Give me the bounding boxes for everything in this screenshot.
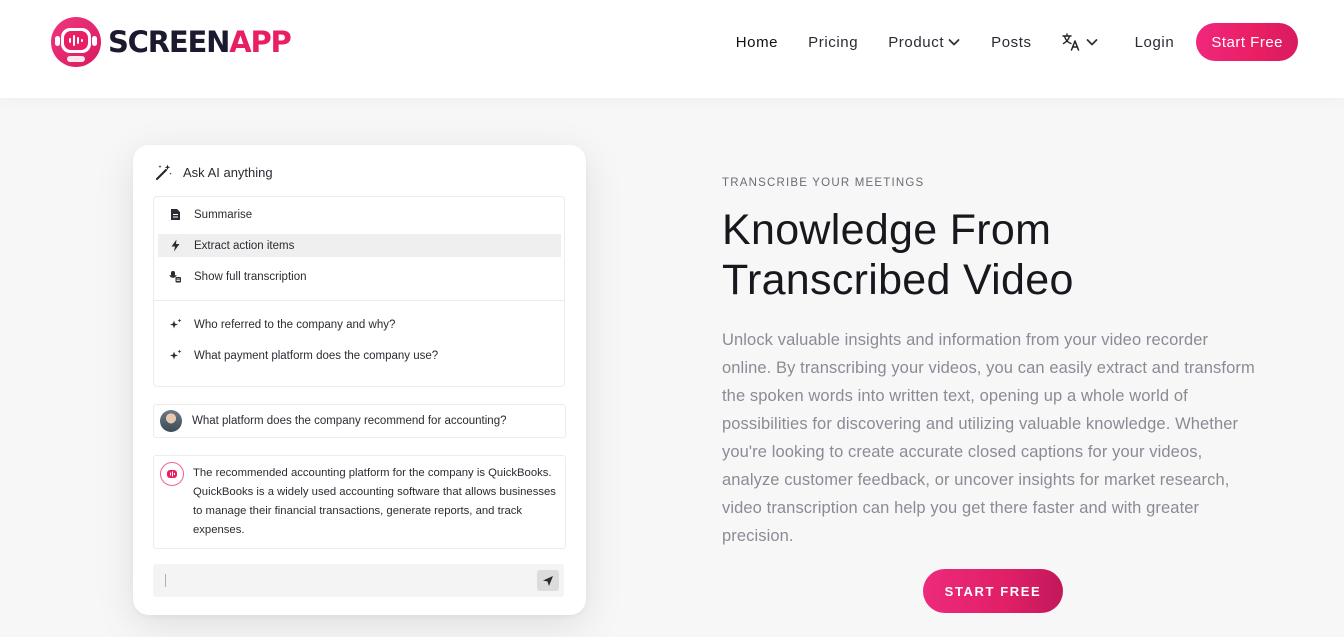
site-header: SCREENAPP Home Pricing Product Posts Log…	[0, 0, 1344, 98]
main-nav: Home Pricing Product Posts Login Start F…	[736, 23, 1298, 61]
chat-input[interactable]	[153, 564, 564, 597]
nav-posts-link[interactable]: Posts	[991, 34, 1032, 51]
user-question-message: What platform does the company recommend…	[153, 404, 566, 438]
nav-product-dropdown[interactable]: Product	[888, 34, 961, 51]
nav-product-label: Product	[888, 33, 945, 51]
chevron-down-icon	[1086, 39, 1098, 46]
menu-item-extract-action-items[interactable]: Extract action items	[158, 234, 561, 257]
suggestion-label: What payment platform does the company u…	[194, 349, 439, 362]
ai-answer-text: The recommended accounting platform for …	[193, 467, 556, 536]
menu-item-label: Extract action items	[194, 239, 295, 252]
robot-icon	[167, 470, 177, 478]
user-avatar	[160, 410, 182, 432]
menu-item-label: Summarise	[194, 208, 253, 221]
logo-wordmark: SCREENAPP	[108, 16, 292, 68]
suggestion-item[interactable]: What payment platform does the company u…	[158, 344, 561, 367]
ai-avatar-icon	[160, 462, 184, 486]
logo[interactable]: SCREENAPP	[50, 16, 292, 68]
hero-title: Knowledge From Transcribed Video	[722, 205, 1282, 305]
ai-action-menu: Summarise Extract action items Show full…	[153, 196, 565, 387]
language-selector[interactable]	[1061, 33, 1099, 51]
sparkle-icon	[170, 318, 182, 329]
hero-description: Unlock valuable insights and information…	[722, 331, 1255, 545]
section-eyebrow: TRANSCRIBE YOUR MEETINGS	[722, 177, 925, 189]
sparkle-icon	[170, 349, 182, 360]
logo-text-app: APP	[229, 25, 292, 59]
lightning-icon	[171, 239, 180, 252]
start-free-button[interactable]: Start Free	[1196, 23, 1298, 61]
ai-answer-message: The recommended accounting platform for …	[153, 455, 566, 549]
hero-title-line-1: Knowledge From	[722, 206, 1052, 254]
menu-item-show-full-transcription[interactable]: Show full transcription	[158, 265, 561, 288]
menu-item-label: Show full transcription	[194, 270, 307, 283]
suggestion-label: Who referred to the company and why?	[194, 318, 396, 331]
translate-icon	[1061, 33, 1079, 51]
user-question-text: What platform does the company recommend…	[192, 415, 507, 427]
document-icon	[171, 209, 180, 220]
hero-title-line-2: Transcribed Video	[722, 256, 1074, 304]
ask-ai-label: Ask AI anything	[183, 164, 273, 180]
start-free-cta-button[interactable]: START FREE	[923, 569, 1063, 613]
login-link[interactable]: Login	[1135, 34, 1175, 51]
menu-item-summarise[interactable]: Summarise	[158, 203, 561, 226]
send-icon	[543, 575, 553, 586]
ai-chat-card: Ask AI anything Summarise Extract action…	[133, 145, 586, 615]
screenapp-logo-icon	[51, 17, 101, 67]
nav-pricing-link[interactable]: Pricing	[808, 34, 858, 51]
nav-home-link[interactable]: Home	[736, 34, 778, 51]
chevron-down-icon	[948, 39, 960, 46]
send-button[interactable]	[537, 570, 559, 591]
suggestion-item[interactable]: Who referred to the company and why?	[158, 313, 561, 336]
ask-ai-header: Ask AI anything	[155, 163, 273, 181]
magic-wand-icon	[156, 164, 172, 180]
menu-divider	[154, 300, 564, 301]
logo-text-screen: SCREEN	[108, 25, 230, 59]
text-caret	[165, 574, 166, 587]
transcription-icon	[169, 271, 181, 283]
